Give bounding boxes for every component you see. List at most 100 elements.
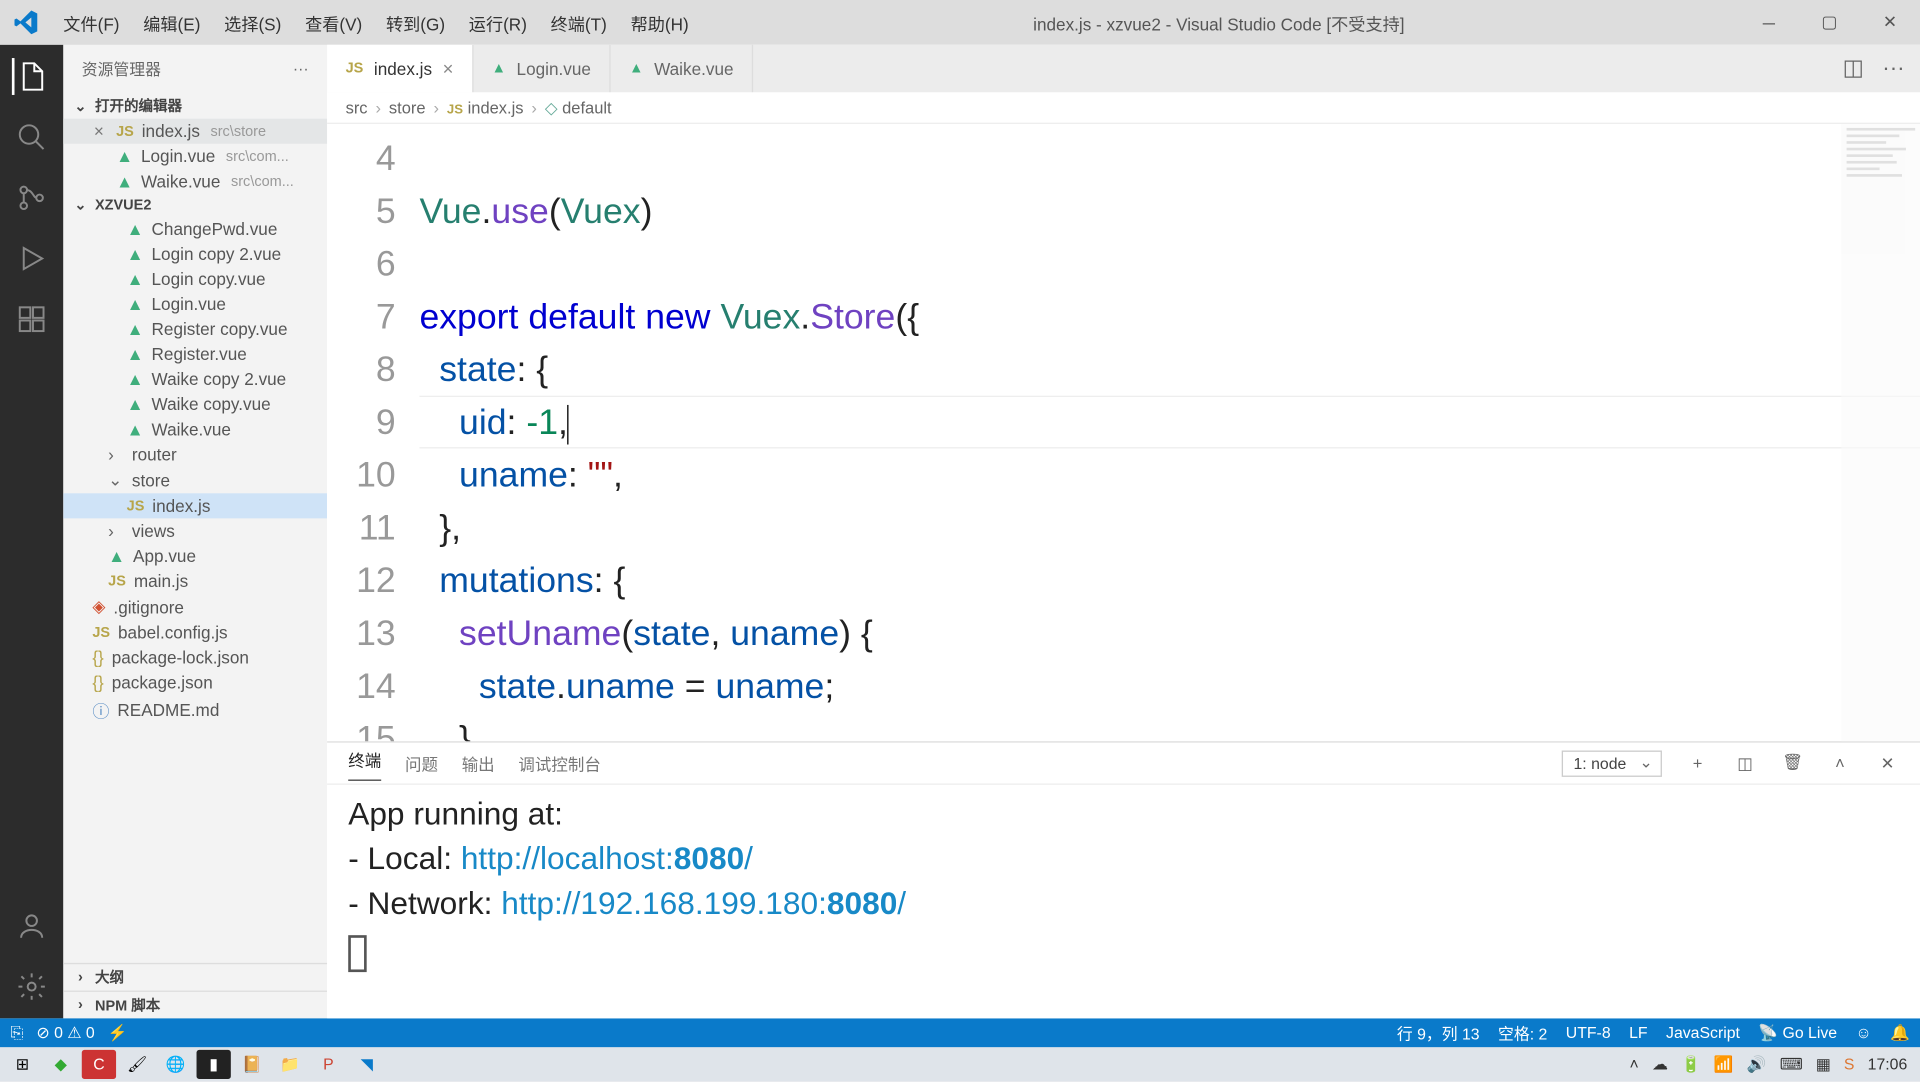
editor-tab[interactable]: ▲Waike.vue (611, 45, 754, 92)
chrome-icon[interactable]: 🌐 (158, 1050, 192, 1079)
code-editor[interactable]: 456789101112131415 Vue.use(Vuex) export … (327, 124, 1920, 741)
panel-tab[interactable]: 终端 (348, 746, 381, 780)
eol-status[interactable]: LF (1629, 1024, 1647, 1042)
cursor-position[interactable]: 行 9，列 13 (1397, 1022, 1480, 1044)
wifi-icon[interactable]: 📶 (1714, 1055, 1734, 1073)
npm-scripts-section[interactable]: ›NPM 脚本 (63, 991, 327, 1019)
file-explorer-icon[interactable]: 📁 (273, 1050, 307, 1079)
maximize-panel-icon[interactable]: ˄ (1828, 754, 1852, 772)
menu-item[interactable]: 编辑(E) (133, 5, 211, 41)
go-live-button[interactable]: 📡 Go Live (1758, 1024, 1837, 1042)
panel-tab[interactable]: 调试控制台 (518, 751, 600, 776)
menu-item[interactable]: 查看(V) (295, 5, 373, 41)
tray-icon[interactable]: S (1844, 1055, 1855, 1073)
minimize-button[interactable]: ─ (1738, 0, 1799, 45)
language-mode[interactable]: JavaScript (1666, 1024, 1740, 1042)
kill-terminal-icon[interactable]: 🗑 (1781, 753, 1805, 773)
maximize-button[interactable]: ▢ (1799, 0, 1860, 45)
file-item[interactable]: ▲Register.vue (63, 342, 327, 367)
problems-status[interactable]: ⊘ 0 ⚠ 0 (36, 1024, 94, 1042)
ports-icon[interactable]: ⚡ (108, 1024, 128, 1042)
menu-item[interactable]: 帮助(H) (620, 5, 699, 41)
file-item[interactable]: ▲Login copy 2.vue (63, 241, 327, 266)
panel-tab[interactable]: 问题 (405, 751, 438, 776)
account-icon[interactable] (13, 907, 50, 944)
file-item[interactable]: ▲Waike copy 2.vue (63, 367, 327, 392)
panel-tab[interactable]: 输出 (462, 751, 495, 776)
open-editors-section[interactable]: ⌄打开的编辑器 (63, 92, 327, 118)
taskbar-app-icon[interactable]: 🖌 (120, 1050, 154, 1079)
close-icon[interactable]: × (90, 121, 108, 141)
file-item[interactable]: ▲Waike.vue (63, 417, 327, 442)
folder-item[interactable]: ⌄store (63, 467, 327, 493)
powerpoint-icon[interactable]: P (311, 1050, 345, 1079)
battery-icon[interactable]: 🔋 (1681, 1055, 1701, 1073)
terminal-output[interactable]: App running at:- Local: http://localhost… (327, 785, 1920, 1018)
close-panel-icon[interactable]: ✕ (1876, 753, 1900, 773)
settings-gear-icon[interactable] (13, 968, 50, 1005)
split-editor-icon[interactable]: ◫ (1843, 55, 1864, 81)
file-item[interactable]: ▲Login.vue (63, 291, 327, 316)
folder-item[interactable]: ›router (63, 442, 327, 467)
file-item[interactable]: ▲Waike copy.vue (63, 392, 327, 417)
start-button[interactable]: ⊞ (5, 1050, 39, 1079)
breadcrumb-segment[interactable]: store (389, 98, 426, 116)
terminal-selector[interactable]: 1: node (1562, 750, 1662, 776)
open-editor-item[interactable]: × ▲ Login.vue src\com... (63, 144, 327, 169)
file-item[interactable]: JSmain.js (63, 568, 327, 593)
extensions-icon[interactable] (13, 301, 50, 338)
editor-tab[interactable]: JSindex.js× (327, 45, 473, 92)
tray-icon[interactable]: ▦ (1816, 1055, 1831, 1073)
open-editor-item[interactable]: × JS index.js src\store (63, 119, 327, 144)
menu-item[interactable]: 文件(F) (53, 5, 130, 41)
file-item[interactable]: ◈.gitignore (63, 594, 327, 620)
editor-tab[interactable]: ▲Login.vue (473, 45, 611, 92)
taskbar-app-icon[interactable]: ◆ (44, 1050, 78, 1079)
split-terminal-icon[interactable]: ◫ (1733, 753, 1757, 773)
vscode-taskbar-icon[interactable]: ◥ (350, 1050, 384, 1079)
file-item[interactable]: ▲ChangePwd.vue (63, 216, 327, 241)
folder-item[interactable]: ›views (63, 518, 327, 543)
menu-item[interactable]: 转到(G) (375, 5, 455, 41)
menu-item[interactable]: 运行(R) (458, 5, 537, 41)
source-control-icon[interactable] (13, 179, 50, 216)
breadcrumb-segment[interactable]: src (346, 98, 368, 116)
encoding-status[interactable]: UTF-8 (1566, 1024, 1611, 1042)
file-item[interactable]: ▲Login copy.vue (63, 266, 327, 291)
run-debug-icon[interactable] (13, 240, 50, 277)
search-icon[interactable] (13, 119, 50, 156)
file-item[interactable]: ▲Register copy.vue (63, 317, 327, 342)
minimap[interactable] (1841, 124, 1920, 741)
more-icon[interactable]: ··· (1882, 55, 1904, 81)
indent-status[interactable]: 空格: 2 (1498, 1022, 1547, 1044)
remote-icon[interactable]: ⎘ (11, 1023, 24, 1043)
outline-section[interactable]: ›大纲 (63, 963, 327, 991)
menu-item[interactable]: 选择(S) (214, 5, 292, 41)
tray-chevron-icon[interactable]: ˄ (1630, 1055, 1639, 1073)
file-item[interactable]: {}package-lock.json (63, 645, 327, 670)
project-section[interactable]: ⌄XZVUE2 (63, 194, 327, 216)
breadcrumb-segment[interactable]: JS index.js (447, 98, 524, 116)
file-item[interactable]: ▲App.vue (63, 543, 327, 568)
explorer-icon[interactable] (12, 58, 49, 95)
open-editor-item[interactable]: × ▲ Waike.vue src\com... (63, 169, 327, 194)
ime-icon[interactable]: ⌨ (1780, 1055, 1803, 1073)
file-item[interactable]: JSbabel.config.js (63, 620, 327, 645)
taskbar-app-icon[interactable]: C (82, 1050, 116, 1079)
volume-icon[interactable]: 🔊 (1747, 1055, 1767, 1073)
file-item[interactable]: JSindex.js (63, 493, 327, 518)
clock[interactable]: 17:06 (1868, 1055, 1908, 1073)
taskbar-app-icon[interactable]: 📔 (235, 1050, 269, 1079)
more-icon[interactable]: ··· (293, 59, 309, 77)
bell-icon[interactable]: 🔔 (1890, 1024, 1910, 1042)
breadcrumb[interactable]: src›store›JS index.js›◇ default (327, 92, 1920, 124)
menu-item[interactable]: 终端(T) (540, 5, 617, 41)
close-button[interactable]: ✕ (1860, 0, 1920, 45)
breadcrumb-segment[interactable]: ◇ default (545, 98, 612, 118)
close-icon[interactable]: × (443, 58, 454, 79)
new-terminal-icon[interactable]: + (1686, 754, 1710, 772)
feedback-icon[interactable]: ☺ (1856, 1024, 1872, 1042)
tray-icon[interactable]: ☁ (1652, 1055, 1668, 1073)
file-item[interactable]: {}package.json (63, 670, 327, 695)
file-item[interactable]: ⓘREADME.md (63, 695, 327, 725)
